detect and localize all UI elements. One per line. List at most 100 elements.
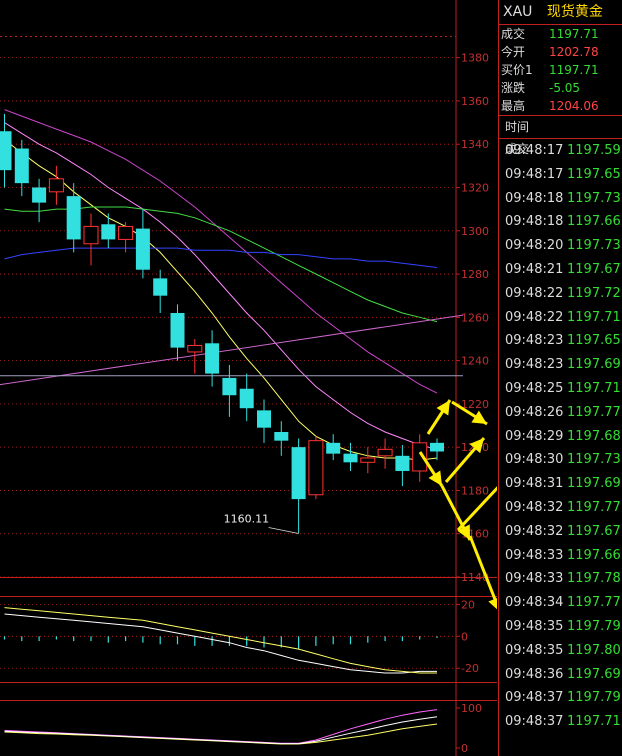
- osc-line: [4, 716, 438, 745]
- tick-time: 09:48:23: [505, 357, 564, 373]
- tick-row: 09:48:20 1197.73: [499, 234, 622, 258]
- instrument-symbol: XAU: [503, 4, 533, 20]
- low-annotation-label: 1160.11: [224, 512, 270, 525]
- tick-row: 09:48:22 1197.71: [499, 306, 622, 330]
- tick-time: 09:48:32: [505, 523, 564, 539]
- tick-price: 1197.59: [567, 143, 621, 158]
- moving-average-line: [4, 109, 438, 394]
- tick-time: 09:48:22: [505, 309, 564, 325]
- tick-price: 1197.71: [567, 714, 621, 730]
- moving-average-line: [4, 247, 438, 268]
- candle-body-up: [360, 457, 376, 463]
- tick-row: 09:48:22 1197.72: [499, 282, 622, 306]
- tick-row: 09:48:18 1197.73: [499, 187, 622, 211]
- quote-label: 今开: [501, 45, 526, 59]
- y-tick-label: 1260: [461, 311, 489, 324]
- tick-row: 09:48:29 1197.68: [499, 425, 622, 449]
- tick-row: 09:48:33 1197.66: [499, 544, 622, 568]
- tick-price: 1197.65: [567, 333, 621, 349]
- candle-body-up: [83, 225, 99, 245]
- tick-time: 09:48:26: [505, 404, 564, 420]
- macd-dea-line: [4, 607, 437, 674]
- low-annotation-leader: [268, 527, 299, 534]
- tick-row: 09:48:17 1197.59: [499, 139, 622, 163]
- tick-time: 09:48:17: [505, 166, 564, 182]
- tick-row: 09:48:31 1197.69: [499, 472, 622, 496]
- tick-price: 1197.66: [567, 547, 621, 563]
- candle-body-down: [205, 343, 220, 374]
- kline-chart-area[interactable]: 1380136013401320130012801260124012201200…: [0, 0, 497, 756]
- candle-body-down: [32, 187, 47, 203]
- y-tick-label: 1300: [461, 225, 489, 238]
- y-tick-label: 1240: [461, 355, 489, 368]
- quote-row: 买价1 1197.71: [499, 61, 622, 79]
- tick-row: 09:48:37 1197.79: [499, 686, 622, 710]
- candle-body-up: [377, 448, 393, 457]
- tick-price: 1197.77: [567, 404, 621, 420]
- tick-row: 09:48:32 1197.77: [499, 496, 622, 520]
- quote-label: 成交: [501, 27, 526, 41]
- macd-tick-label: 0: [461, 630, 468, 643]
- quote-value: 1202.78: [549, 45, 599, 59]
- tick-row: 09:48:33 1197.78: [499, 567, 622, 591]
- tick-price: 1197.73: [567, 190, 621, 206]
- quote-value: 1204.06: [549, 99, 599, 113]
- instrument-header: XAU 现货黄金: [499, 0, 622, 25]
- kline-chart[interactable]: 1380136013401320130012801260124012201200…: [0, 0, 497, 756]
- tick-row: 09:48:36 1197.69: [499, 663, 622, 687]
- tick-row: 09:48:23 1197.69: [499, 353, 622, 377]
- tick-row: 09:48:37 1197.71: [499, 710, 622, 734]
- candle-body-down: [239, 388, 254, 409]
- candle-body-down: [326, 442, 341, 454]
- macd-dif-line: [4, 613, 437, 674]
- tick-price: 1197.69: [567, 357, 621, 373]
- quote-row: 成交 1197.71: [499, 25, 622, 43]
- y-tick-label: 1380: [461, 52, 489, 65]
- tick-row: 09:48:26 1197.77: [499, 401, 622, 425]
- candle-body-down: [153, 278, 168, 296]
- candle-body-up: [48, 178, 64, 193]
- candle-body-down: [343, 453, 358, 463]
- candle-body-down: [291, 447, 306, 500]
- tick-time: 09:48:30: [505, 452, 564, 468]
- quote-value: 1197.71: [549, 27, 599, 41]
- tick-price: 1197.77: [567, 595, 621, 611]
- tick-time: 09:48:23: [505, 333, 564, 349]
- tick-time: 09:48:31: [505, 476, 564, 492]
- tick-price: 1197.79: [567, 618, 621, 634]
- tick-table-header: 时间 成交: [499, 116, 622, 156]
- candle-body-down: [274, 432, 289, 441]
- tick-price: 1197.73: [567, 238, 621, 254]
- tick-row: 09:48:21 1197.67: [499, 258, 622, 282]
- tick-time: 09:48:34: [505, 595, 564, 611]
- annotation-arrow-shaft: [456, 486, 497, 532]
- tick-header-time: 时间: [505, 120, 530, 134]
- candle-body-up: [187, 344, 203, 353]
- tick-price: 1197.69: [567, 666, 621, 682]
- tick-row: 09:48:34 1197.77: [499, 591, 622, 615]
- annotation-arrow-head: [488, 598, 497, 610]
- tick-price: 1197.80: [567, 642, 621, 658]
- tick-time: 09:48:32: [505, 499, 564, 515]
- tick-time: 09:48:22: [505, 285, 564, 301]
- tick-price: 1197.66: [567, 214, 621, 230]
- tick-price: 1197.72: [567, 285, 621, 301]
- tick-time: 09:48:33: [505, 547, 564, 563]
- candle-body-down: [222, 377, 237, 396]
- tick-price: 1197.68: [567, 428, 621, 444]
- y-tick-label: 1180: [461, 484, 489, 497]
- tick-price: 1197.78: [567, 571, 621, 587]
- tick-time: 09:48:36: [505, 666, 564, 682]
- tick-time: 09:48:33: [505, 571, 564, 587]
- tick-row: 09:48:17 1197.65: [499, 163, 622, 187]
- y-tick-label: 1280: [461, 268, 489, 281]
- quote-row: 最高 1204.06: [499, 97, 622, 115]
- tick-row: 09:48:23 1197.65: [499, 329, 622, 353]
- tick-time: 09:48:20: [505, 238, 564, 254]
- quote-label: 买价1: [501, 63, 533, 77]
- osc-tick-label: 100: [461, 702, 482, 715]
- tick-row: 09:48:35 1197.80: [499, 639, 622, 663]
- tick-price: 1197.73: [567, 452, 621, 468]
- tick-price: 1197.79: [567, 690, 621, 706]
- tick-list[interactable]: 09:48:17 1197.59 09:48:17 1197.65 09:48:18 11…: [499, 139, 622, 734]
